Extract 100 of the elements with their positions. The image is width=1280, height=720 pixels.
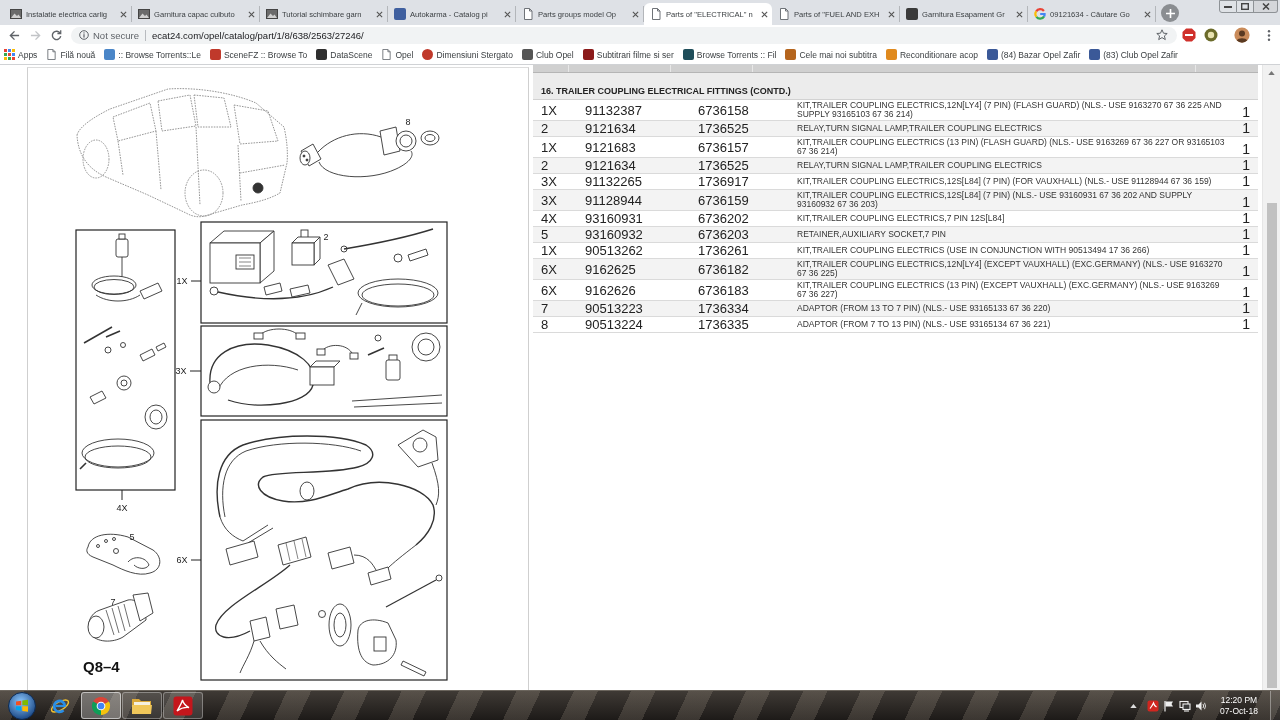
part-number-cell-text: 93160931 bbox=[585, 211, 644, 226]
part-number-cell-text: 93160932 bbox=[585, 227, 644, 242]
close-icon[interactable] bbox=[504, 10, 511, 18]
clock-time[interactable]: 12:20 PM bbox=[1220, 694, 1258, 706]
ref-cell-text: 3X bbox=[540, 192, 558, 208]
part-number-cell-text: 9121683 bbox=[585, 139, 637, 155]
close-window-button[interactable] bbox=[1254, 0, 1278, 13]
callout-label: 2 bbox=[323, 232, 329, 242]
speaker-icon[interactable] bbox=[1195, 699, 1207, 712]
description-cell-text: ADAPTOR (FROM 7 TO 13 PIN) (NLS.- USE 93165134 67 36 221) bbox=[797, 319, 1052, 330]
ref-cell-text: 2 bbox=[540, 158, 550, 173]
catalog-number-cell-text: 1736525 bbox=[698, 121, 750, 136]
quantity-cell-text: 1 bbox=[1241, 243, 1251, 258]
avatar-icon[interactable] bbox=[1234, 27, 1250, 43]
clock-date[interactable]: 07-Oct-18 bbox=[1220, 705, 1258, 717]
bookmark-link[interactable]: Cele mai noi subtitra bbox=[785, 49, 877, 60]
description-cell-text: KIT,TRAILER COUPLING ELECTRICS (USE IN CONJUNCTION WITH 90513494 17 36 266) bbox=[797, 245, 1151, 256]
caret-icon[interactable] bbox=[1130, 703, 1137, 708]
catalog-number-cell-text: 6736158 bbox=[698, 102, 750, 118]
relay-drawing bbox=[291, 229, 321, 266]
ref-cell-text: 7 bbox=[540, 301, 550, 316]
bookmark-link[interactable]: Filă nouă bbox=[46, 49, 96, 60]
round-badge-icon[interactable] bbox=[1204, 28, 1218, 42]
bookmark-link[interactable]: Opel bbox=[381, 49, 414, 60]
ref-cell-text: 2 bbox=[540, 121, 550, 136]
catalog-number-cell-text: 1736261 bbox=[698, 243, 750, 258]
new-tab-button[interactable] bbox=[1161, 4, 1179, 22]
bookmark-link[interactable]: DataScene bbox=[316, 49, 373, 60]
star-icon[interactable] bbox=[1156, 29, 1168, 41]
quantity-cell-text: 1 bbox=[1241, 227, 1251, 242]
part-number-cell-text: 90513223 bbox=[585, 301, 644, 316]
bookmark-link[interactable]: Dimensiuni Stergato bbox=[422, 49, 513, 60]
part-number-cell-text: 9121634 bbox=[585, 158, 637, 173]
quantity-cell-text: 1 bbox=[1241, 158, 1251, 173]
forward-arrow-icon bbox=[29, 29, 41, 41]
description-cell-text: ADAPTOR (FROM 13 TO 7 PIN) (NLS.- USE 93165133 67 36 220) bbox=[797, 303, 1052, 314]
scrollbar-thumb[interactable] bbox=[1266, 203, 1277, 688]
scroll-up-icon[interactable] bbox=[1268, 71, 1275, 75]
stop-sign-icon[interactable] bbox=[1182, 28, 1196, 42]
description-cell-text: KIT,TRAILER COUPLING ELECTRICS,12N[LY4] (EXCEPT VAUXHALL) (EXC.GERMANY) (NLS.- USE 9163270 67 36 225) bbox=[797, 259, 1224, 279]
bookmark-link[interactable]: :: Browse Torrents::Le bbox=[104, 49, 201, 60]
quantity-cell-text: 1 bbox=[1241, 142, 1251, 157]
bookmark-link[interactable]: Reconditionare acop bbox=[885, 49, 978, 60]
browser-icon bbox=[90, 695, 112, 716]
minimize-button[interactable] bbox=[1219, 0, 1237, 13]
description-cell-text: KIT,TRAILER COUPLING ELECTRICS,7 PIN 12S[L84] bbox=[797, 213, 1006, 224]
leader-line bbox=[190, 559, 202, 561]
part-number-cell-text: 9162625 bbox=[585, 261, 637, 277]
quantity-cell-text: 1 bbox=[1241, 211, 1251, 226]
page-icon bbox=[650, 8, 662, 20]
bookmark-link[interactable]: Apps bbox=[4, 49, 38, 60]
ref-cell-text: 6X bbox=[540, 282, 558, 298]
address-field[interactable]: Not secure ecat24.com/opel/catalog/part/1/8/638/2563/27246/ bbox=[71, 26, 1177, 44]
close-icon[interactable] bbox=[120, 10, 127, 18]
part-number-cell-text: 91132387 bbox=[585, 102, 643, 118]
maximize-icon bbox=[1241, 3, 1249, 10]
description-cell-text: KIT,TRAILER COUPLING ELECTRICS,12S[L84] (7 PIN) (FOR VAUXHALL) (NLS.- USE 91128944 67 36 159) bbox=[797, 176, 1213, 187]
bookmark-link[interactable]: Club Opel bbox=[521, 49, 574, 60]
close-icon[interactable] bbox=[1016, 10, 1023, 18]
security-chip[interactable]: Not secure bbox=[79, 29, 139, 41]
callout-label: 1X bbox=[176, 276, 188, 286]
network-icon[interactable] bbox=[1179, 699, 1191, 712]
description-cell-text: KIT,TRAILER COUPLING ELECTRICS,12N[LY4] (7 PIN) (FLASH GUARD) (NLS.- USE 9163270 67 36 225 AND SUPPLY 93165103 67 36 214) bbox=[797, 100, 1223, 120]
ref-cell-text: 1X bbox=[540, 243, 558, 258]
taskbar-button[interactable] bbox=[122, 692, 162, 719]
back-arrow-icon bbox=[8, 29, 20, 41]
page-icon bbox=[778, 8, 790, 20]
bookmark-link[interactable]: (84) Bazar Opel Zafir bbox=[986, 49, 1081, 60]
bookmark-link[interactable]: SceneFZ :: Browse To bbox=[209, 49, 308, 60]
start-button[interactable] bbox=[8, 691, 36, 720]
info-icon bbox=[79, 30, 89, 40]
menu-icon[interactable] bbox=[1267, 28, 1271, 42]
callout-label: 4X bbox=[116, 503, 128, 513]
part-number-cell-text: 9121634 bbox=[585, 121, 637, 136]
close-icon[interactable] bbox=[1144, 10, 1151, 18]
close-icon[interactable] bbox=[376, 10, 383, 18]
quantity-cell-text: 1 bbox=[1241, 285, 1251, 300]
taskbar-button[interactable] bbox=[163, 692, 203, 719]
bookmark-link[interactable]: Browse Torrents :: Fil bbox=[682, 49, 777, 60]
callout-label: 8 bbox=[405, 117, 411, 127]
flag-icon[interactable] bbox=[1163, 699, 1175, 712]
close-icon[interactable] bbox=[632, 10, 639, 18]
ref-cell-text: 1X bbox=[540, 139, 558, 155]
bookmark-link[interactable]: Subtitrari filme si ser bbox=[582, 49, 674, 60]
catalog-number-cell-text: 1736334 bbox=[698, 301, 750, 316]
bookmark-link[interactable]: (83) Club Opel Zafir bbox=[1089, 49, 1178, 60]
close-icon[interactable] bbox=[888, 10, 895, 18]
quantity-cell-text: 1 bbox=[1241, 121, 1251, 136]
leader-line bbox=[121, 489, 123, 501]
show-desktop-button[interactable] bbox=[1270, 691, 1280, 720]
description-cell-text: KIT,TRAILER COUPLING ELECTRICS (13 PIN) (EXCEPT VAUXHALL) (EXC.GERMANY) (NLS.- USE 9163269 67 36 227) bbox=[797, 280, 1221, 300]
description-cell-text: RETAINER,AUXILIARY SOCKET,7 PIN bbox=[797, 229, 947, 240]
close-icon[interactable] bbox=[761, 10, 768, 18]
close-icon[interactable] bbox=[248, 10, 255, 18]
app-tray-icon[interactable] bbox=[1147, 699, 1159, 712]
page-icon bbox=[46, 49, 58, 60]
close-icon bbox=[1261, 3, 1270, 10]
quantity-cell-text: 1 bbox=[1241, 174, 1251, 189]
scrollbar-track[interactable] bbox=[1262, 65, 1280, 690]
maximize-button[interactable] bbox=[1237, 0, 1254, 13]
